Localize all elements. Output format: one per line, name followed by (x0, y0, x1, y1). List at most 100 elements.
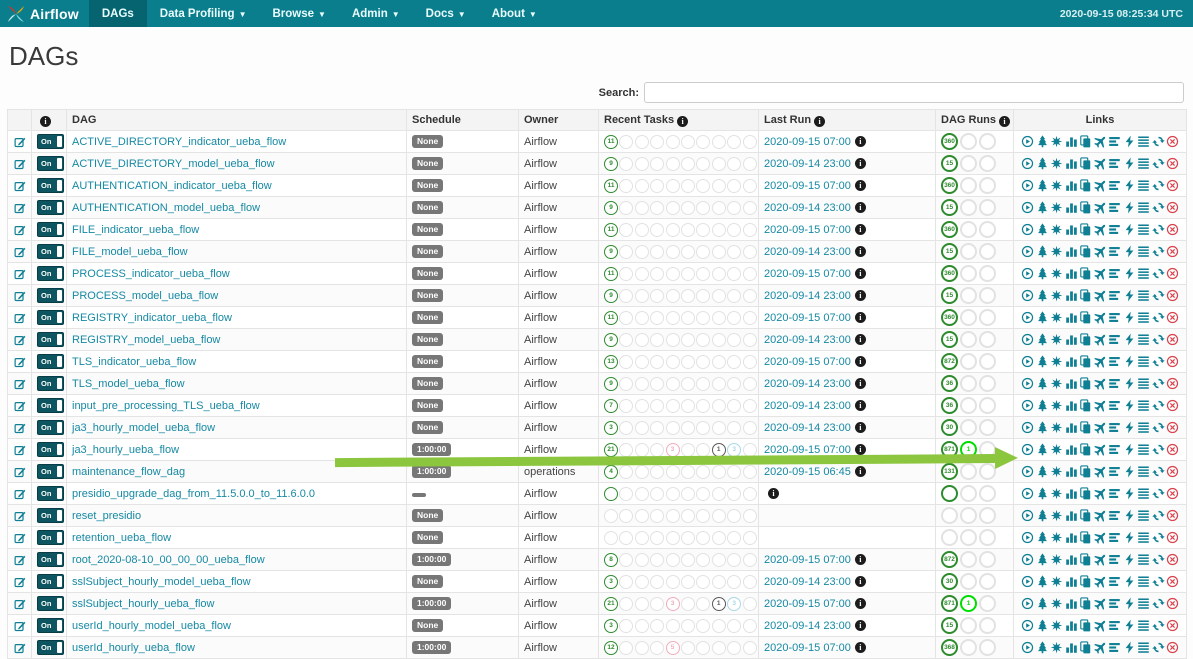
dag-pause-toggle[interactable]: On (37, 618, 64, 633)
last-run-link[interactable]: 2020-09-14 23:00 (764, 290, 851, 302)
dag-run-circle[interactable]: 360 (941, 133, 958, 150)
last-run-link[interactable]: 2020-09-15 07:00 (764, 356, 851, 368)
tree-view-icon[interactable] (1036, 399, 1049, 412)
dag-pause-toggle[interactable]: On (37, 376, 64, 391)
tree-view-icon[interactable] (1036, 223, 1049, 236)
task-duration-icon[interactable] (1065, 311, 1078, 324)
tree-view-icon[interactable] (1036, 245, 1049, 258)
graph-view-icon[interactable] (1050, 421, 1063, 434)
refresh-dag-icon[interactable] (1152, 333, 1165, 346)
edit-dag-icon[interactable] (13, 290, 26, 302)
delete-dag-icon[interactable] (1166, 377, 1179, 390)
dag-pause-toggle[interactable]: On (37, 244, 64, 259)
trigger-dag-icon[interactable] (1021, 465, 1034, 478)
nav-item-docs[interactable]: Docs▼ (413, 0, 479, 27)
graph-view-icon[interactable] (1050, 223, 1063, 236)
task-tries-icon[interactable] (1079, 289, 1092, 302)
gantt-view-icon[interactable] (1108, 575, 1121, 588)
dag-pause-toggle[interactable]: On (37, 442, 64, 457)
refresh-dag-icon[interactable] (1152, 619, 1165, 632)
delete-dag-icon[interactable] (1166, 443, 1179, 456)
task-state-circle[interactable]: 9 (604, 289, 618, 303)
dag-pause-toggle[interactable]: On (37, 332, 64, 347)
dag-run-circle[interactable]: 872 (941, 551, 958, 568)
landing-times-icon[interactable] (1094, 619, 1107, 632)
graph-view-icon[interactable] (1050, 157, 1063, 170)
dag-pause-toggle[interactable]: On (37, 486, 64, 501)
tree-view-icon[interactable] (1036, 509, 1049, 522)
delete-dag-icon[interactable] (1166, 355, 1179, 368)
landing-times-icon[interactable] (1094, 311, 1107, 324)
task-duration-icon[interactable] (1065, 377, 1078, 390)
code-view-icon[interactable] (1123, 135, 1136, 148)
delete-dag-icon[interactable] (1166, 465, 1179, 478)
code-view-icon[interactable] (1123, 641, 1136, 654)
code-view-icon[interactable] (1123, 531, 1136, 544)
gantt-view-icon[interactable] (1108, 531, 1121, 544)
dag-details-icon[interactable] (1137, 619, 1150, 632)
task-tries-icon[interactable] (1079, 531, 1092, 544)
task-tries-icon[interactable] (1079, 509, 1092, 522)
refresh-dag-icon[interactable] (1152, 575, 1165, 588)
edit-dag-icon[interactable] (13, 422, 26, 434)
edit-dag-icon[interactable] (13, 576, 26, 588)
trigger-dag-icon[interactable] (1021, 597, 1034, 610)
gantt-view-icon[interactable] (1108, 487, 1121, 500)
trigger-dag-icon[interactable] (1021, 355, 1034, 368)
task-tries-icon[interactable] (1079, 553, 1092, 566)
tree-view-icon[interactable] (1036, 597, 1049, 610)
tree-view-icon[interactable] (1036, 553, 1049, 566)
edit-dag-icon[interactable] (13, 268, 26, 280)
edit-dag-icon[interactable] (13, 378, 26, 390)
task-tries-icon[interactable] (1079, 201, 1092, 214)
last-run-link[interactable]: 2020-09-15 07:00 (764, 136, 851, 148)
dag-details-icon[interactable] (1137, 135, 1150, 148)
task-state-circle[interactable]: 11 (604, 267, 618, 281)
dag-link[interactable]: TLS_model_ueba_flow (72, 378, 185, 390)
tree-view-icon[interactable] (1036, 421, 1049, 434)
tree-view-icon[interactable] (1036, 531, 1049, 544)
task-state-circle[interactable]: 9 (604, 245, 618, 259)
graph-view-icon[interactable] (1050, 333, 1063, 346)
task-duration-icon[interactable] (1065, 267, 1078, 280)
gantt-view-icon[interactable] (1108, 333, 1121, 346)
dag-pause-toggle[interactable]: On (37, 310, 64, 325)
edit-dag-icon[interactable] (13, 202, 26, 214)
task-tries-icon[interactable] (1079, 157, 1092, 170)
last-run-link[interactable]: 2020-09-15 07:00 (764, 224, 851, 236)
dag-link[interactable]: retention_ueba_flow (72, 532, 171, 544)
code-view-icon[interactable] (1123, 201, 1136, 214)
dag-details-icon[interactable] (1137, 465, 1150, 478)
delete-dag-icon[interactable] (1166, 487, 1179, 500)
search-input[interactable] (644, 82, 1184, 103)
trigger-dag-icon[interactable] (1021, 487, 1034, 500)
trigger-dag-icon[interactable] (1021, 377, 1034, 390)
dag-run-circle[interactable]: 1 (960, 595, 977, 612)
task-state-circle[interactable]: 11 (604, 179, 618, 193)
task-state-circle[interactable]: 21 (604, 443, 618, 457)
edit-dag-icon[interactable] (13, 400, 26, 412)
dag-details-icon[interactable] (1137, 399, 1150, 412)
task-duration-icon[interactable] (1065, 531, 1078, 544)
graph-view-icon[interactable] (1050, 465, 1063, 478)
dag-pause-toggle[interactable]: On (37, 552, 64, 567)
code-view-icon[interactable] (1123, 575, 1136, 588)
dag-pause-toggle[interactable]: On (37, 134, 64, 149)
dag-link[interactable]: TLS_indicator_ueba_flow (72, 356, 196, 368)
landing-times-icon[interactable] (1094, 531, 1107, 544)
graph-view-icon[interactable] (1050, 135, 1063, 148)
trigger-dag-icon[interactable] (1021, 179, 1034, 192)
landing-times-icon[interactable] (1094, 135, 1107, 148)
edit-dag-icon[interactable] (13, 598, 26, 610)
code-view-icon[interactable] (1123, 333, 1136, 346)
task-tries-icon[interactable] (1079, 619, 1092, 632)
last-run-link[interactable]: 2020-09-14 23:00 (764, 334, 851, 346)
dag-pause-toggle[interactable]: On (37, 354, 64, 369)
gantt-view-icon[interactable] (1108, 355, 1121, 368)
dag-run-circle[interactable]: 368 (941, 639, 958, 656)
dag-run-circle[interactable] (941, 485, 958, 502)
graph-view-icon[interactable] (1050, 509, 1063, 522)
graph-view-icon[interactable] (1050, 641, 1063, 654)
refresh-dag-icon[interactable] (1152, 421, 1165, 434)
last-run-link[interactable]: 2020-09-14 23:00 (764, 378, 851, 390)
